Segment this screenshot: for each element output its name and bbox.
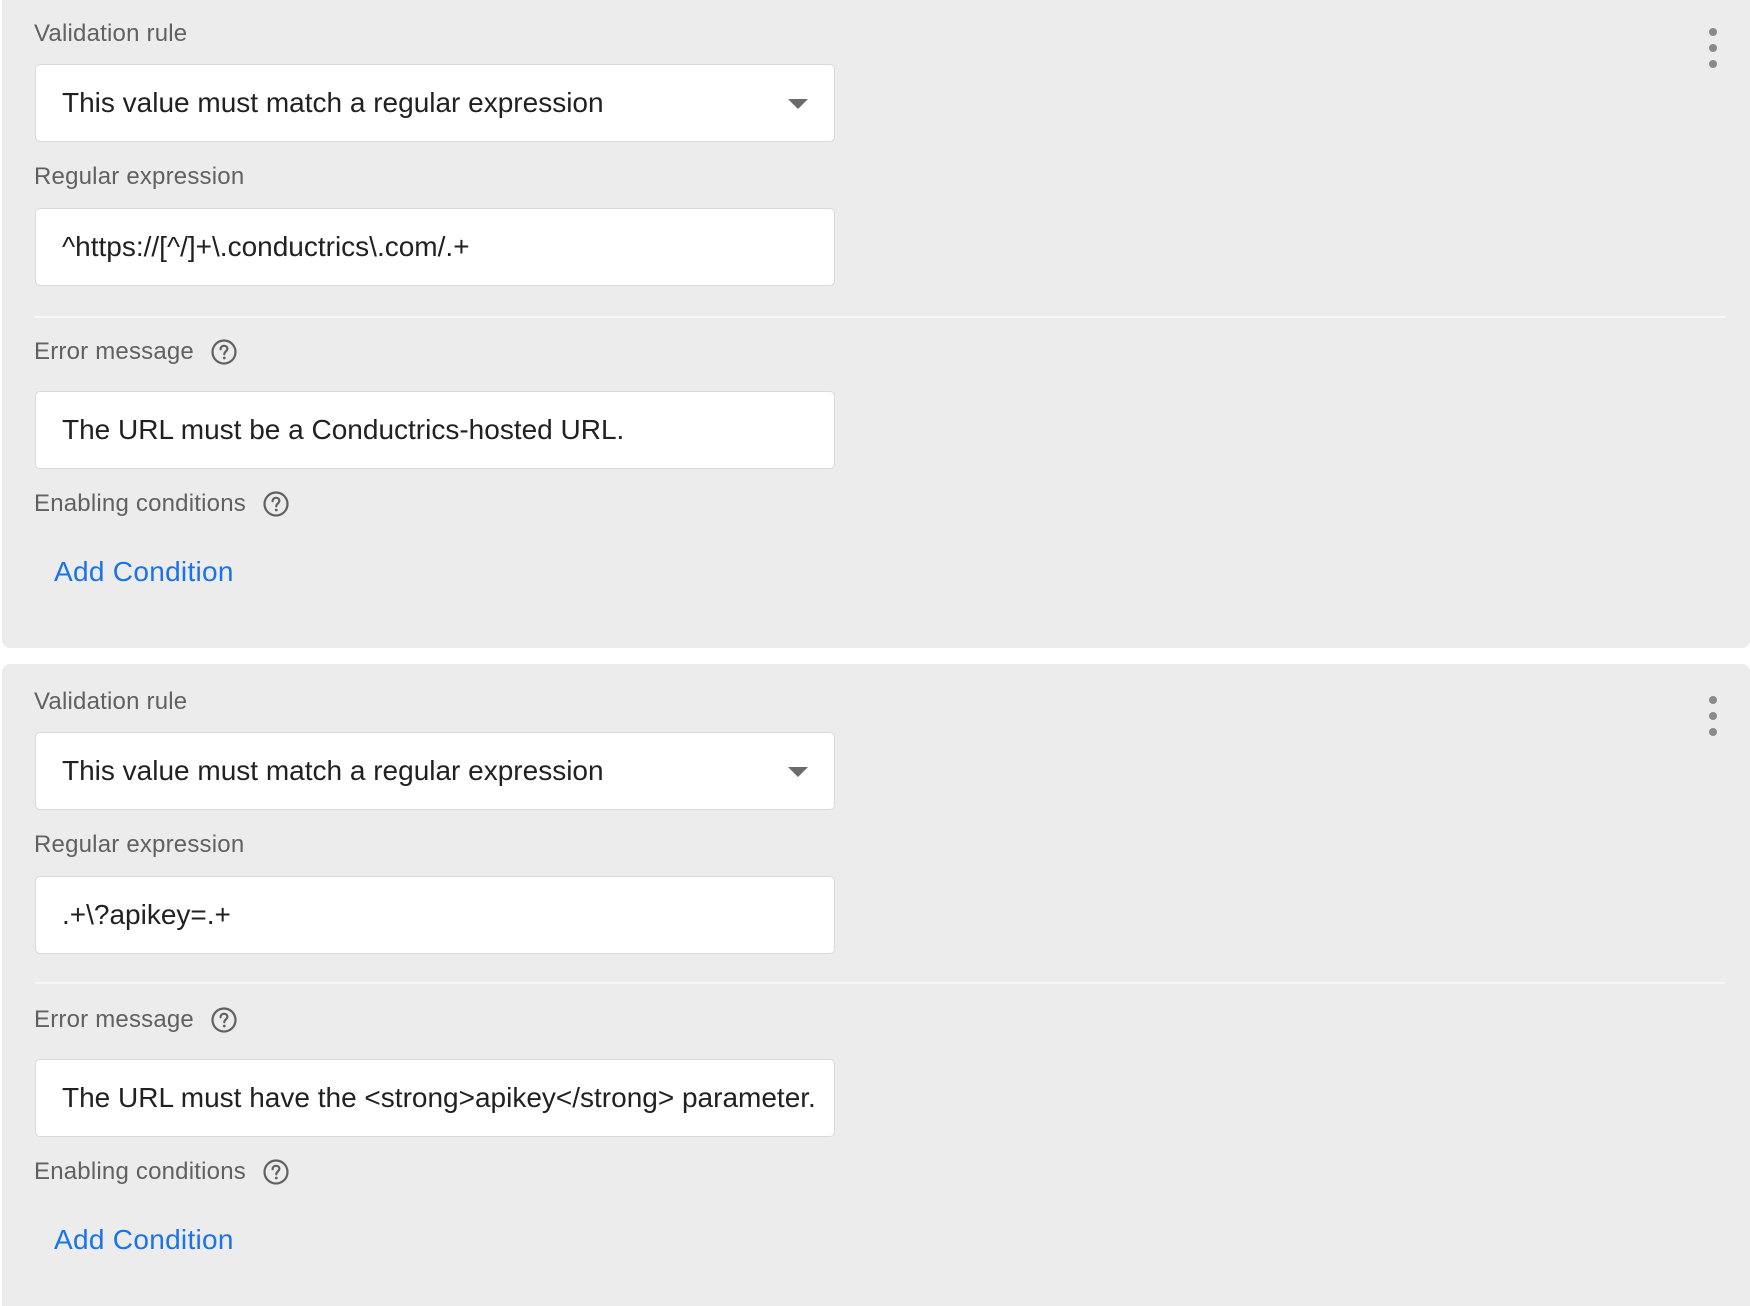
enabling-conditions-label-row: Enabling conditions [34, 490, 290, 518]
validation-rule-select[interactable]: This value must match a regular expressi… [35, 64, 835, 142]
more-vert-icon[interactable] [1706, 696, 1720, 736]
validation-rule-value: This value must match a regular expressi… [62, 87, 604, 118]
enabling-conditions-label: Enabling conditions [34, 1158, 246, 1185]
validation-rule-value: This value must match a regular expressi… [62, 755, 604, 786]
arrow-drop-down-icon [788, 99, 808, 109]
regex-label: Regular expression [34, 831, 245, 858]
enabling-conditions-label: Enabling conditions [34, 490, 246, 517]
add-condition-button[interactable]: Add Condition [54, 556, 234, 588]
error-message-input[interactable]: The URL must be a Conductrics-hosted URL… [35, 391, 835, 469]
validation-rule-label: Validation rule [34, 688, 188, 715]
error-message-value: The URL must be a Conductrics-hosted URL… [62, 414, 625, 445]
add-condition-button[interactable]: Add Condition [54, 1224, 234, 1256]
error-message-label-row: Error message [34, 338, 238, 366]
error-message-input[interactable]: The URL must have the <strong>apikey</st… [35, 1059, 835, 1137]
error-message-label: Error message [34, 338, 194, 365]
error-message-label: Error message [34, 1006, 194, 1033]
help-circle-icon[interactable] [262, 490, 290, 518]
error-message-value: The URL must have the <strong>apikey</st… [62, 1082, 816, 1113]
error-message-label-row: Error message [34, 1006, 238, 1034]
regex-value: ^https://[^/]+\.conductrics\.com/.+ [62, 231, 470, 262]
divider [35, 316, 1725, 318]
regex-value: .+\?apikey=.+ [62, 899, 231, 930]
validation-rule-select[interactable]: This value must match a regular expressi… [35, 732, 835, 810]
divider [35, 982, 1725, 984]
help-circle-icon[interactable] [210, 338, 238, 366]
help-circle-icon[interactable] [210, 1006, 238, 1034]
regex-input[interactable]: ^https://[^/]+\.conductrics\.com/.+ [35, 208, 835, 286]
regex-input[interactable]: .+\?apikey=.+ [35, 876, 835, 954]
arrow-drop-down-icon [788, 767, 808, 777]
validation-rules-page: Validation rule This value must match a … [0, 0, 1750, 1306]
validation-rule-card: Validation rule This value must match a … [2, 0, 1750, 648]
regex-label: Regular expression [34, 163, 245, 190]
validation-rule-label: Validation rule [34, 20, 188, 47]
more-vert-icon[interactable] [1706, 28, 1720, 68]
enabling-conditions-label-row: Enabling conditions [34, 1158, 290, 1186]
help-circle-icon[interactable] [262, 1158, 290, 1186]
validation-rule-card: Validation rule This value must match a … [2, 664, 1750, 1306]
